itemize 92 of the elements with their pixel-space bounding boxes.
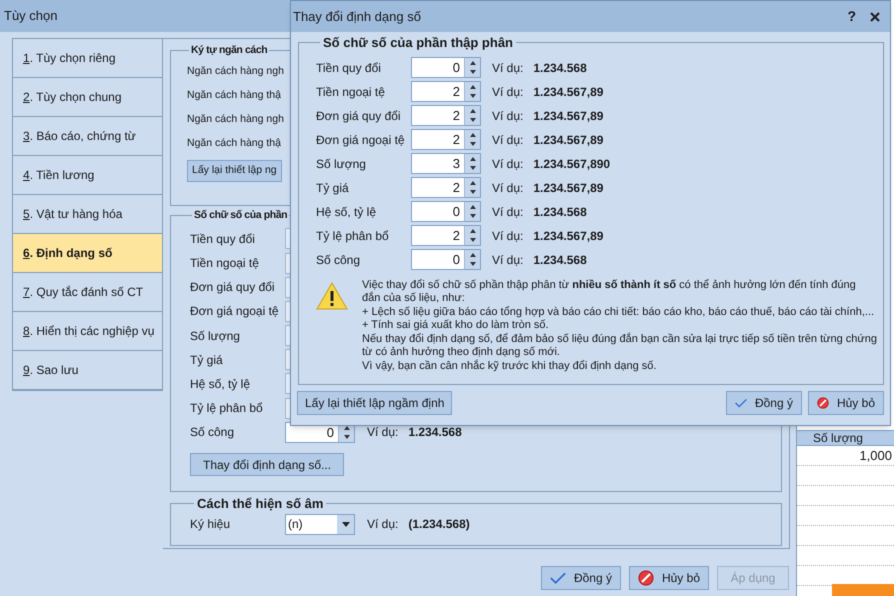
no-entry-icon: [638, 569, 654, 587]
number-spinner[interactable]: 2: [411, 105, 481, 126]
example-label: Ví dụ:: [492, 252, 524, 268]
example-value: 1.234.567,89: [533, 84, 604, 100]
number-field[interactable]: [285, 325, 290, 346]
field-label: Tiền quy đổi: [316, 60, 382, 76]
example-value: 1.234.568: [533, 204, 587, 220]
example-value: 1.234.568: [533, 60, 587, 76]
reset-button[interactable]: Lấy lại thiết lập ngầm định: [297, 391, 452, 415]
example-label: Ví dụ:: [367, 424, 398, 442]
help-button[interactable]: ?: [847, 6, 856, 27]
number-field[interactable]: [285, 349, 290, 370]
example-value: 1.234.567,89: [533, 180, 604, 196]
number-field[interactable]: [285, 398, 290, 419]
example-label: Ví dụ:: [492, 180, 524, 196]
field-label: Ngăn cách hàng thậ: [187, 136, 281, 151]
example-value: (1.234.568): [408, 516, 470, 533]
field-label: Ngăn cách hàng thậ: [187, 88, 281, 103]
group-title: Ký tự ngăn cách: [190, 43, 268, 58]
field-label: Tiền ngoại tệ: [190, 255, 260, 272]
example-label: Ví dụ:: [492, 108, 524, 124]
number-spinner[interactable]: 2: [411, 129, 481, 150]
caret-icon: [342, 522, 350, 526]
sidebar-item[interactable]: 6. Định dạng số: [13, 234, 162, 273]
field-label: Đơn giá quy đổi: [316, 108, 402, 124]
sidebar-item[interactable]: 3. Báo cáo, chứng từ: [13, 117, 162, 156]
sidebar-item[interactable]: 8. Hiển thị các nghiệp vụ: [13, 312, 162, 351]
example-value: 1.234.567,890: [533, 156, 610, 172]
field-label: Tỷ giá: [316, 180, 350, 196]
table-cell: 1,000: [797, 446, 894, 466]
example-value: 1.234.568: [408, 424, 462, 442]
group-title: Số chữ số của phần: [193, 208, 288, 223]
number-field[interactable]: [285, 228, 290, 250]
example-value: 1.234.567,89: [533, 228, 604, 244]
number-spinner[interactable]: 0: [411, 201, 481, 222]
number-spinner[interactable]: 0: [411, 249, 481, 270]
field-label: Tỷ lệ phân bổ: [190, 400, 264, 418]
number-spinner[interactable]: 3: [411, 153, 481, 174]
dropdown[interactable]: (n): [285, 514, 355, 534]
sidebar-item[interactable]: 7. Quy tắc đánh số CT: [13, 273, 162, 312]
dialog-button[interactable]: Hủy bỏ: [629, 566, 709, 590]
field-label: Tỷ giá: [190, 352, 224, 369]
example-value: 1.234.568: [533, 252, 587, 268]
number-field[interactable]: [285, 300, 290, 322]
example-label: Ví dụ:: [492, 84, 524, 100]
dialog-button[interactable]: Hủy bỏ: [808, 391, 884, 415]
dialog-button[interactable]: Đồng ý: [541, 566, 621, 590]
field-label: Ngăn cách hàng ngh: [187, 112, 284, 127]
number-field[interactable]: [285, 276, 290, 298]
example-label: Ví dụ:: [492, 132, 524, 148]
group-title: Số chữ số của phần thập phân: [322, 34, 514, 52]
field-label: Ngăn cách hàng ngh: [187, 64, 284, 79]
field-label: Tiền quy đổi: [190, 230, 256, 248]
example-label: Ví dụ:: [367, 516, 398, 533]
field-label: Hệ số, tỷ lệ: [316, 204, 378, 220]
number-field[interactable]: [285, 373, 290, 394]
example-label: Ví dụ:: [492, 60, 524, 76]
sidebar-item[interactable]: 2. Tùy chọn chung: [13, 78, 162, 117]
field-label: Số công: [316, 252, 362, 268]
dialog-button[interactable]: Đồng ý: [726, 391, 802, 415]
example-value: 1.234.567,89: [533, 108, 604, 124]
number-spinner[interactable]: 2: [411, 225, 481, 246]
field-label: Đơn giá quy đổi: [190, 279, 276, 296]
example-value: 1.234.567,89: [533, 132, 604, 148]
reset-button[interactable]: Lấy lại thiết lập ng: [187, 160, 282, 182]
field-label: Tiền ngoại tệ: [316, 84, 386, 100]
warning-icon: [316, 282, 348, 310]
group-title: Cách thể hiện số âm: [196, 495, 324, 513]
example-label: Ví dụ:: [492, 228, 524, 244]
field-label: Đơn giá ngoại tệ: [316, 132, 406, 148]
dialog-title: Thay đổi định dạng số: [293, 8, 422, 26]
sidebar-item[interactable]: 9. Sao lưu: [13, 351, 162, 390]
field-label: Đơn giá ngoại tệ: [190, 303, 280, 320]
field-label: Hệ số, tỷ lệ: [190, 376, 252, 393]
sidebar-item[interactable]: 1. Tùy chọn riêng: [13, 39, 162, 78]
field-label: Ký hiệu: [190, 516, 232, 533]
example-label: Ví dụ:: [492, 156, 524, 172]
field-label: Số lượng: [316, 156, 367, 172]
change-format-button[interactable]: Thay đổi định dạng số...: [190, 453, 344, 476]
number-spinner[interactable]: 2: [411, 81, 481, 102]
close-icon[interactable]: [870, 12, 880, 22]
sidebar-item[interactable]: 4. Tiền lương: [13, 156, 162, 195]
field-label: Tỷ lệ phân bổ: [316, 228, 390, 244]
check-icon: [550, 570, 566, 586]
number-spinner[interactable]: 0: [411, 57, 481, 78]
number-spinner[interactable]: 2: [411, 177, 481, 198]
example-label: Ví dụ:: [492, 204, 524, 220]
column-header: Số lượng: [797, 430, 894, 446]
field-label: Số lượng: [190, 328, 241, 345]
warning-text: Việc thay đổi số chữ số phần thập phân từ nhiều số thành ít số có thể ảnh hưởng lớn đến tính đúng đắn của số liệu, như: + Lệch số liệu giữa báo cáo tổng hợp và báo cáo chi tiết: báo cáo kho, báo cáo thuế, báo cáo tài chính,... + Tính sai giá xuất kho do làm tròn số. Nếu thay đổi định dạng số, để đảm bảo số liệu đúng đắn bạn cần sửa lại trực tiếp số tiền trên từng chứng từ có ảnh hưởng theo định dạng số mới. Vì vậy, bạn cần cân nhắc kỹ trước khi thay đổi định dạng số.: [362, 278, 877, 373]
field-label: Số công: [190, 424, 236, 442]
number-field[interactable]: [285, 252, 290, 274]
